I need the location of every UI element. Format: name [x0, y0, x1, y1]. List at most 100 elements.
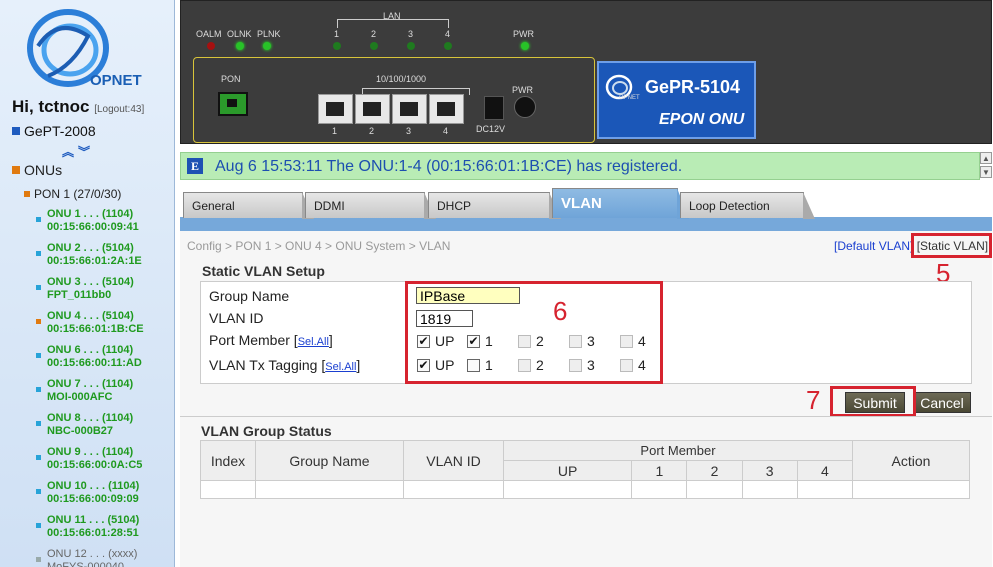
- collapse-chevrons-icon[interactable]: ︽︾: [62, 143, 94, 160]
- rj45-label-3: 3: [406, 126, 412, 136]
- onu-item[interactable]: ONU 1 . . . (1104) 00:15:66:00:09:41: [36, 208, 174, 242]
- onu-status-icon: [36, 217, 41, 222]
- scroll-down-icon[interactable]: ▼: [980, 166, 992, 178]
- speed-label: 10/100/1000: [376, 74, 427, 84]
- event-icon: E: [187, 158, 203, 174]
- logout-link[interactable]: [Logout:43]: [94, 104, 144, 115]
- col-index: Index: [200, 440, 256, 481]
- setup-title: Static VLAN Setup: [202, 263, 325, 279]
- cancel-button[interactable]: Cancel: [913, 392, 971, 413]
- onu-title: ONU 10 . . . (1104): [47, 480, 140, 492]
- device-icon: [12, 127, 20, 135]
- onu-id: NBC-000B27: [47, 425, 114, 437]
- notification-text: Aug 6 15:53:11 The ONU:1-4 (00:15:66:01:…: [215, 158, 683, 175]
- onu-item[interactable]: ONU 7 . . . (1104) MOI-000AFC: [36, 378, 174, 412]
- onu-status-icon: [36, 251, 41, 256]
- onu-item[interactable]: ONU 4 . . . (5104) 00:15:66:01:1B:CE: [36, 310, 174, 344]
- onu-title: ONU 4 . . . (5104): [47, 310, 134, 322]
- pon-folder-icon: [24, 191, 30, 197]
- dc-label: DC12V: [476, 124, 506, 134]
- onu-item[interactable]: ONU 10 . . . (1104) 00:15:66:00:09:09: [36, 480, 174, 514]
- onu-item[interactable]: ONU 12 . . . (xxxx) MoFYS-000040: [36, 548, 174, 567]
- onus-folder-icon: [12, 166, 20, 174]
- onu-list: ONU 1 . . . (1104) 00:15:66:00:09:41 ONU 2…: [36, 208, 174, 567]
- led-label-plnk: PLNK: [257, 29, 281, 39]
- onu-title: ONU 12 . . . (xxxx): [47, 548, 138, 560]
- lan-led-label-3: 3: [408, 29, 414, 39]
- onu-status-icon: [36, 421, 41, 426]
- rj45-label-4: 4: [443, 126, 449, 136]
- notification-scrollbar[interactable]: ▲ ▼: [980, 152, 992, 180]
- tab-vlan[interactable]: VLAN: [552, 188, 689, 219]
- col-port-member: Port Member: [503, 440, 853, 461]
- onu-item[interactable]: ONU 2 . . . (5104) 00:15:66:01:2A:1E: [36, 242, 174, 276]
- onu-id: 00:15:66:00:09:09: [47, 493, 139, 505]
- vlan-status-table: Index Group Name VLAN ID Port Member Act…: [200, 440, 970, 499]
- vlan-id-label: VLAN ID: [209, 310, 264, 326]
- lan-led-label-1: 1: [334, 29, 340, 39]
- olnk-led-icon: [236, 42, 244, 50]
- led-label-oalm: OALM: [196, 29, 222, 39]
- col-port-up: UP: [502, 460, 633, 481]
- breadcrumb: Config > PON 1 > ONU 4 > ONU System > VL…: [187, 239, 451, 253]
- port-member-select-all[interactable]: Sel.All: [298, 336, 329, 348]
- onu-status-icon: [36, 523, 41, 528]
- onu-status-icon: [36, 319, 41, 324]
- lan-led-label-4: 4: [445, 29, 451, 39]
- rj45-port-3-icon: [392, 94, 427, 124]
- tab-dhcp[interactable]: DHCP: [428, 192, 561, 219]
- onus-label: ONUs: [24, 162, 63, 178]
- tab-underline: [180, 217, 992, 231]
- onu-id: FPT_011bb0: [47, 289, 112, 301]
- onu-item[interactable]: ONU 3 . . . (5104) FPT_011bb0: [36, 276, 174, 310]
- rj45-label-2: 2: [369, 126, 375, 136]
- notification-bar: E Aug 6 15:53:11 The ONU:1-4 (00:15:66:0…: [180, 152, 980, 180]
- pon-node[interactable]: PON 1 (27/0/30): [24, 187, 121, 201]
- onus-node[interactable]: ONUs: [12, 162, 62, 178]
- tab-ddmi[interactable]: DDMI: [305, 192, 436, 219]
- table-row: [200, 480, 970, 499]
- onu-status-icon: [36, 285, 41, 290]
- tx-tagging-label: VLAN Tx Tagging [Sel.All]: [209, 357, 361, 373]
- onu-item[interactable]: ONU 11 . . . (5104) 00:15:66:01:28:51: [36, 514, 174, 548]
- pon-port-icon: [218, 92, 248, 116]
- tab-general[interactable]: General: [183, 192, 314, 219]
- onu-id: 00:15:66:00:09:41: [47, 221, 139, 233]
- lan3-led-icon: [407, 42, 415, 50]
- lan-led-label-2: 2: [371, 29, 377, 39]
- led-label-pwr: PWR: [513, 29, 534, 39]
- tab-loop-detection[interactable]: Loop Detection: [680, 192, 815, 219]
- user-greeting: Hi, tctnoc [Logout:43]: [12, 97, 144, 117]
- device-node[interactable]: GePT-2008: [12, 123, 96, 139]
- onu-status-icon: [36, 353, 41, 358]
- onu-id: 00:15:66:00:0A:C5: [47, 459, 143, 471]
- pwr-led-icon: [521, 42, 529, 50]
- default-vlan-link[interactable]: [Default VLAN]: [834, 239, 913, 253]
- annotation-box-5: [911, 233, 992, 258]
- onu-id: MOI-000AFC: [47, 391, 113, 403]
- onu-item[interactable]: ONU 6 . . . (1104) 00:15:66:00:11:AD: [36, 344, 174, 378]
- col-port-1: 1: [631, 460, 688, 481]
- onu-id: 00:15:66:01:28:51: [47, 527, 139, 539]
- tx-tagging-select-all[interactable]: Sel.All: [325, 361, 356, 373]
- port-member-label: Port Member [Sel.All]: [209, 332, 333, 348]
- scroll-up-icon[interactable]: ▲: [980, 152, 992, 164]
- onu-title: ONU 1 . . . (1104): [47, 208, 134, 220]
- model-name: GePR-5104: [645, 77, 741, 97]
- rj45-port-2-icon: [355, 94, 390, 124]
- col-port-2: 2: [686, 460, 743, 481]
- onu-status-icon: [36, 557, 41, 562]
- onu-item[interactable]: ONU 9 . . . (1104) 00:15:66:00:0A:C5: [36, 446, 174, 480]
- col-action: Action: [852, 440, 970, 481]
- oalm-led-icon: [207, 42, 215, 50]
- onu-item[interactable]: ONU 8 . . . (1104) NBC-000B27: [36, 412, 174, 446]
- onu-title: ONU 6 . . . (1104): [47, 344, 134, 356]
- rj45-port-4-icon: [429, 94, 464, 124]
- onu-id: 00:15:66:01:1B:CE: [47, 323, 144, 335]
- dc-jack-icon: [484, 96, 504, 120]
- onu-title: ONU 11 . . . (5104): [47, 514, 140, 526]
- port-member-label-text: Port Member: [209, 332, 290, 348]
- onu-id: 00:15:66:01:2A:1E: [47, 255, 142, 267]
- col-vlan-id: VLAN ID: [403, 440, 504, 481]
- tab-bar: General DDMI DHCP VLAN Loop Detection: [180, 188, 992, 219]
